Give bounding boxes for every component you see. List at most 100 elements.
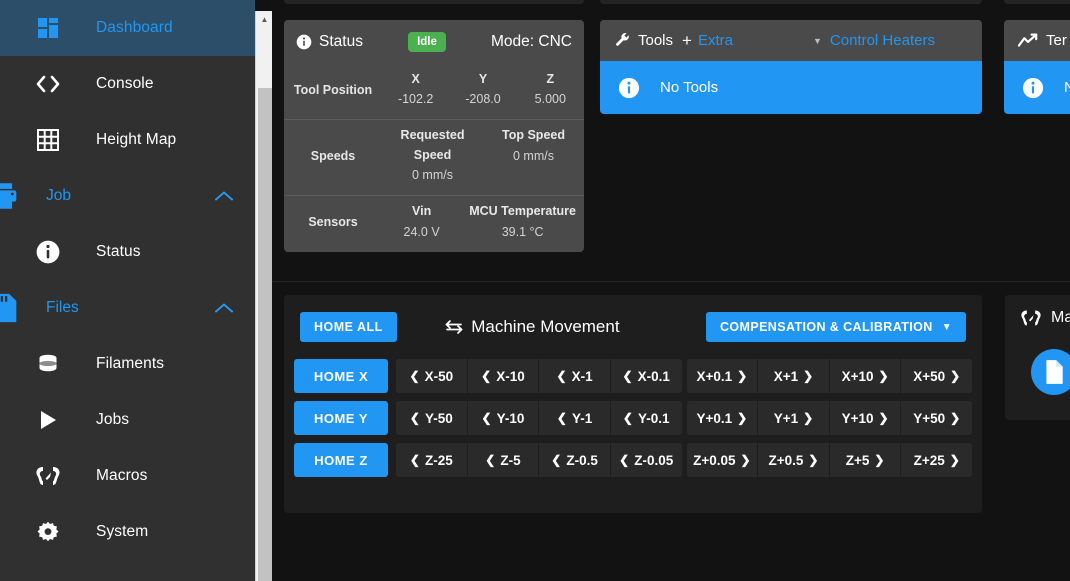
jog-label: Y-10 bbox=[496, 410, 525, 426]
jog-button[interactable]: Z+5 ❯ bbox=[829, 443, 902, 477]
jog-button[interactable]: ❮ Z-5 bbox=[467, 443, 540, 477]
chevron-up-icon bbox=[215, 303, 233, 314]
axis-name: Z bbox=[546, 72, 555, 86]
jog-label: Y-50 bbox=[424, 410, 453, 426]
jog-label: Y+10 bbox=[841, 410, 874, 426]
home-y-button[interactable]: HOME Y bbox=[294, 401, 388, 435]
jog-button[interactable]: ❮ X-50 bbox=[396, 359, 468, 393]
status-card-header: Status Idle Mode: CNC bbox=[284, 20, 584, 64]
axis-row-y: HOME Y ❮ Y-50 ❮ Y-10 ❮ Y-1 ❮ Y-0.1 Y+0.1 ❯ Y+… bbox=[284, 401, 982, 435]
sidebar-item-status[interactable]: Status bbox=[0, 224, 255, 280]
speed-value: 0 mm/s bbox=[412, 168, 453, 183]
chevron-left-icon: ❮ bbox=[481, 411, 492, 425]
machine-movement-card: HOME ALL Machine Movement COMPENSATION &… bbox=[284, 295, 982, 513]
sidebar-item-jobs[interactable]: Jobs bbox=[0, 392, 255, 448]
speed-readout: Requested Speed 0 mm/s bbox=[382, 126, 483, 185]
section-label: Sensors bbox=[308, 214, 358, 229]
tools-empty-text: No Tools bbox=[660, 79, 719, 96]
main-content: Status Idle Mode: CNC Tool Position X -1… bbox=[272, 0, 1070, 581]
sidebar-group-files[interactable]: Files bbox=[0, 280, 255, 336]
jog-button[interactable]: ❮ Z-0.5 bbox=[539, 443, 611, 477]
info-icon bbox=[0, 239, 96, 265]
axis-row-x: HOME X ❮ X-50 ❮ X-10 ❮ X-1 ❮ X-0.1 X+0.1 ❯ X+… bbox=[284, 359, 982, 393]
sidebar-item-filaments[interactable]: Filaments bbox=[0, 336, 255, 392]
jog-group-y-negative: ❮ Y-50 ❮ Y-10 ❮ Y-1 ❮ Y-0.1 bbox=[396, 401, 682, 435]
jog-button[interactable]: Z+0.5 ❯ bbox=[758, 443, 830, 477]
jog-button[interactable]: Y+1 ❯ bbox=[758, 401, 830, 435]
chevron-left-icon: ❮ bbox=[619, 453, 630, 467]
jog-button[interactable]: ❮ Y-50 bbox=[396, 401, 468, 435]
speed-name: Top Speed bbox=[502, 128, 565, 143]
jog-label: X-0.1 bbox=[637, 368, 670, 384]
movement-card-title-group: Machine Movement bbox=[359, 317, 706, 337]
jog-button[interactable]: Y+50 ❯ bbox=[901, 401, 972, 435]
chevron-left-icon: ❮ bbox=[556, 411, 567, 425]
axis-value: 5.000 bbox=[534, 92, 566, 107]
jog-button[interactable]: ❮ X-1 bbox=[539, 359, 611, 393]
tools-card-title: Tools bbox=[638, 32, 674, 49]
jog-button[interactable]: ❮ X-0.1 bbox=[610, 359, 682, 393]
jog-button[interactable]: ❮ X-10 bbox=[467, 359, 540, 393]
sidebar-group-label: Files bbox=[46, 299, 79, 316]
chevron-left-icon: ❮ bbox=[551, 453, 562, 467]
status-card: Status Idle Mode: CNC Tool Position X -1… bbox=[284, 20, 584, 252]
axis-value: -102.2 bbox=[397, 92, 434, 107]
home-z-button[interactable]: HOME Z bbox=[294, 443, 388, 477]
scrollbar-thumb[interactable] bbox=[258, 88, 272, 581]
jog-button[interactable]: ❮ Z-0.05 bbox=[610, 443, 682, 477]
movement-card-title: Machine Movement bbox=[471, 317, 620, 336]
jog-button[interactable]: ❮ Z-25 bbox=[396, 443, 468, 477]
add-extra-link[interactable]: Extra bbox=[698, 32, 733, 49]
jog-button[interactable]: Y+10 ❯ bbox=[829, 401, 902, 435]
jog-button[interactable]: X+10 ❯ bbox=[829, 359, 902, 393]
file-icon bbox=[1043, 359, 1065, 385]
sidebar-item-height-map[interactable]: Height Map bbox=[0, 112, 255, 168]
compensation-calibration-button[interactable]: COMPENSATION & CALIBRATION ▼ bbox=[705, 312, 966, 342]
macro-icon bbox=[1019, 308, 1043, 328]
jog-group-z-positive: Z+0.05 ❯ Z+0.5 ❯ Z+5 ❯ Z+25 ❯ bbox=[686, 443, 972, 477]
new-file-button[interactable] bbox=[1031, 349, 1070, 395]
sidebar-item-macros[interactable]: Macros bbox=[0, 448, 255, 504]
chevron-right-icon: ❯ bbox=[808, 453, 819, 467]
triangle-up-icon[interactable]: ▲ bbox=[256, 11, 273, 28]
jog-button[interactable]: ❮ Y-1 bbox=[539, 401, 611, 435]
plus-icon[interactable]: + bbox=[682, 31, 692, 51]
sensor-readout: Vin 24.0 V bbox=[382, 202, 461, 241]
jog-label: X-50 bbox=[424, 368, 454, 384]
jog-button[interactable]: X+0.1 ❯ bbox=[686, 359, 759, 393]
chevron-right-icon: ❯ bbox=[950, 411, 961, 425]
jog-group-x-positive: X+0.1 ❯ X+1 ❯ X+10 ❯ X+50 ❯ bbox=[686, 359, 972, 393]
jog-label: Z-5 bbox=[500, 452, 521, 468]
jog-button[interactable]: ❮ Y-10 bbox=[467, 401, 540, 435]
control-heaters-link[interactable]: Control Heaters bbox=[830, 32, 935, 49]
jog-button[interactable]: Z+0.05 ❯ bbox=[686, 443, 759, 477]
home-x-button[interactable]: HOME X bbox=[294, 359, 388, 393]
move-arrows-icon bbox=[445, 319, 463, 335]
play-icon bbox=[0, 409, 96, 431]
sidebar-scrollbar[interactable]: ▲ bbox=[255, 11, 272, 581]
jog-button[interactable]: ❮ Y-0.1 bbox=[610, 401, 682, 435]
jog-label: Z-0.5 bbox=[566, 452, 598, 468]
jog-button[interactable]: X+50 ❯ bbox=[901, 359, 972, 393]
sidebar-item-console[interactable]: Console bbox=[0, 56, 255, 112]
sensor-name: MCU Temperature bbox=[469, 204, 576, 219]
sidebar-group-job[interactable]: Job bbox=[0, 168, 255, 224]
sidebar-item-dashboard[interactable]: Dashboard bbox=[0, 0, 255, 56]
chevron-left-icon: ❮ bbox=[409, 453, 420, 467]
sidebar-group-label: Job bbox=[46, 187, 71, 204]
jog-button[interactable]: Y+0.1 ❯ bbox=[686, 401, 759, 435]
sidebar-item-system[interactable]: System bbox=[0, 504, 255, 560]
temperature-card-title: Ter bbox=[1046, 32, 1067, 49]
machine-mode: Mode: CNC bbox=[491, 33, 572, 50]
jog-label: Z+25 bbox=[913, 452, 945, 468]
caret-down-icon[interactable]: ▼ bbox=[813, 36, 822, 46]
chevron-left-icon: ❮ bbox=[622, 369, 633, 383]
sensors-section: Sensors Vin 24.0 V MCU Temperature 39.1 … bbox=[284, 195, 584, 251]
speeds-section: Speeds Requested Speed 0 mm/s Top Speed … bbox=[284, 119, 584, 195]
jog-label: X+50 bbox=[913, 368, 946, 384]
axis-row-z: HOME Z ❮ Z-25 ❮ Z-5 ❮ Z-0.5 ❮ Z-0.05 Z+0.05 ❯… bbox=[284, 443, 982, 477]
movement-card-header: HOME ALL Machine Movement COMPENSATION &… bbox=[284, 295, 982, 359]
jog-button[interactable]: Z+25 ❯ bbox=[901, 443, 972, 477]
jog-button[interactable]: X+1 ❯ bbox=[758, 359, 830, 393]
section-label: Speeds bbox=[310, 148, 356, 163]
